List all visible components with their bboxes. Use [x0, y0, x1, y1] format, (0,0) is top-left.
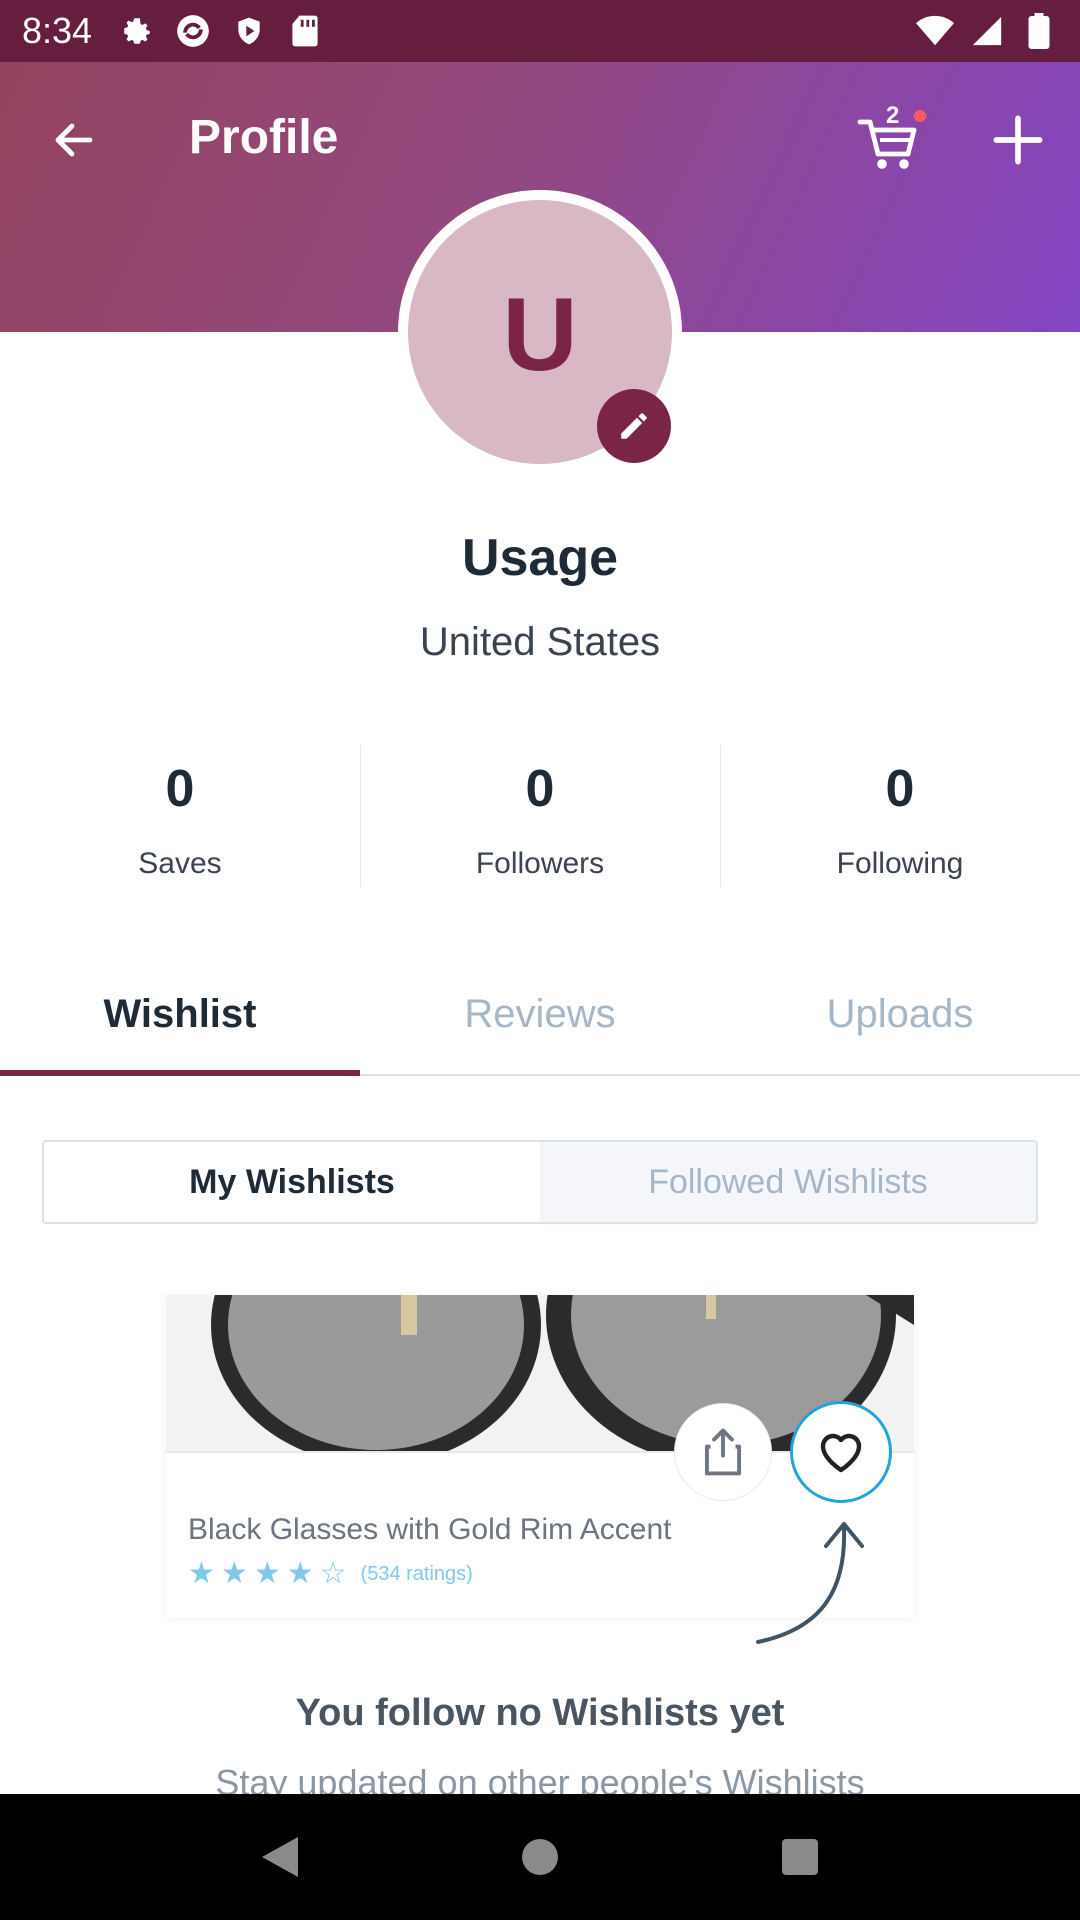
signal-icon — [968, 12, 1006, 50]
shield-icon — [230, 12, 268, 50]
product-rating: ★ ★ ★ ★ ☆ (534 ratings) — [188, 1559, 473, 1589]
star-empty-icon: ☆ — [319, 1557, 347, 1590]
stat-label: Following — [836, 847, 964, 880]
nav-home-button[interactable] — [500, 1817, 580, 1897]
arrow-left-icon — [55, 123, 93, 157]
plus-icon — [993, 115, 1043, 165]
circle-home-icon — [522, 1839, 558, 1875]
status-icons-right — [916, 12, 1058, 50]
empty-state-title: You follow no Wishlists yet — [295, 1692, 785, 1734]
share-icon — [704, 1428, 742, 1476]
ratings-count: (534 ratings) — [360, 1562, 473, 1585]
cart-button[interactable]: 2 — [856, 102, 928, 174]
stat-value: 0 — [885, 760, 915, 818]
wifi-icon — [916, 12, 954, 50]
add-to-wishlist-button[interactable] — [790, 1401, 892, 1503]
square-recents-icon — [782, 1839, 818, 1875]
stat-label: Saves — [138, 847, 222, 880]
stat-followers[interactable]: 0 Followers — [360, 745, 720, 887]
heart-icon — [820, 1433, 862, 1473]
empty-state-subtitle: Stay updated on other people's Wishlists — [215, 1762, 865, 1794]
star-filled-icon: ★ — [188, 1557, 215, 1590]
sync-icon — [174, 12, 212, 50]
star-filled-icon: ★ — [286, 1557, 314, 1590]
stat-saves[interactable]: 0 Saves — [0, 745, 360, 887]
profile-name: Usage — [461, 529, 619, 587]
nav-back-button[interactable] — [240, 1817, 320, 1897]
tab-reviews[interactable]: Reviews — [360, 960, 720, 1074]
settings-icon — [118, 12, 156, 50]
system-nav-bar — [0, 1794, 1080, 1920]
status-bar: 8:34 — [0, 0, 1080, 62]
product-title: Black Glasses with Gold Rim Accent — [188, 1513, 672, 1546]
status-time: 8:34 — [22, 10, 93, 51]
star-filled-icon: ★ — [220, 1557, 248, 1590]
page-title: Profile — [189, 111, 339, 164]
stat-following[interactable]: 0 Following — [720, 745, 1080, 887]
add-button[interactable] — [986, 108, 1050, 172]
tab-wishlist[interactable]: Wishlist — [0, 960, 360, 1076]
avatar-initial: U — [502, 276, 578, 393]
cart-notification-dot — [914, 110, 926, 122]
stat-value: 0 — [525, 760, 555, 818]
nav-recents-button[interactable] — [760, 1817, 840, 1897]
star-filled-icon: ★ — [253, 1557, 281, 1590]
tab-uploads[interactable]: Uploads — [720, 960, 1080, 1074]
battery-icon — [1020, 12, 1058, 50]
edit-avatar-button[interactable] — [597, 389, 671, 463]
back-button[interactable] — [42, 108, 106, 172]
wishlist-segmented-control: My Wishlists Followed Wishlists — [42, 1140, 1038, 1224]
profile-location: United States — [419, 620, 661, 664]
profile-tabs: Wishlist Reviews Uploads — [0, 960, 1080, 1076]
profile-stats: 0 Saves 0 Followers 0 Following — [0, 745, 1080, 887]
pencil-icon — [621, 413, 647, 439]
stat-label: Followers — [475, 847, 605, 880]
cart-count-badge: 2 — [886, 102, 900, 129]
curved-arrow-icon — [756, 1522, 864, 1644]
sd-card-icon — [286, 12, 324, 50]
stat-value: 0 — [165, 760, 195, 818]
share-button[interactable] — [674, 1403, 772, 1501]
my-wishlists-button[interactable]: My Wishlists — [44, 1142, 542, 1222]
followed-wishlists-button[interactable]: Followed Wishlists — [540, 1142, 1036, 1222]
triangle-back-icon — [262, 1837, 298, 1877]
status-icons-left — [118, 12, 324, 50]
